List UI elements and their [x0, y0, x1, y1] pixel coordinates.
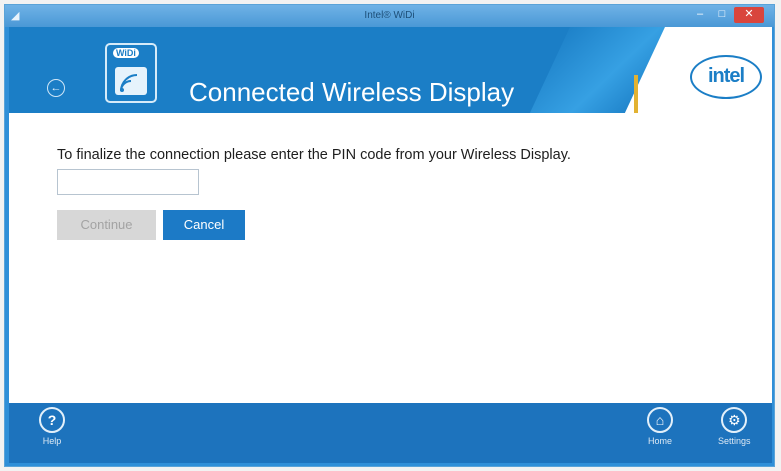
help-button[interactable]: ? Help [39, 407, 65, 446]
app-window: ◢ Intel® WiDi – □ ✕ ← WiDi Connected Wir… [4, 4, 775, 467]
app-footer: ? Help ⌂ Home ⚙ Settings [9, 403, 772, 463]
title-bar[interactable]: ◢ Intel® WiDi – □ ✕ [5, 5, 774, 27]
page-title: Connected Wireless Display [189, 77, 515, 107]
home-icon: ⌂ [647, 407, 673, 433]
widi-screen-icon [115, 67, 147, 95]
cancel-button[interactable]: Cancel [163, 210, 245, 240]
question-icon: ? [39, 407, 65, 433]
header-gold-accent [634, 75, 638, 113]
main-content: To finalize the connection please enter … [9, 113, 772, 403]
back-arrow-icon[interactable]: ← [47, 79, 65, 97]
window-controls: – □ ✕ [688, 7, 764, 23]
close-icon[interactable]: ✕ [734, 7, 764, 23]
app-header: ← WiDi Connected Wireless Display intel [9, 27, 772, 113]
widi-logo: WiDi [105, 43, 157, 103]
continue-button[interactable]: Continue [57, 210, 156, 240]
maximize-icon[interactable]: □ [712, 7, 732, 23]
window-title: Intel® WiDi [364, 10, 415, 21]
help-label: Help [42, 436, 62, 446]
home-button[interactable]: ⌂ Home [647, 407, 673, 446]
settings-button[interactable]: ⚙ Settings [718, 407, 751, 446]
gear-icon: ⚙ [721, 407, 748, 433]
pin-input[interactable] [57, 169, 199, 195]
widi-logo-tag: WiDi [113, 48, 139, 58]
minimize-icon[interactable]: – [690, 7, 710, 23]
home-label: Home [647, 436, 672, 446]
pin-instruction: To finalize the connection please enter … [57, 147, 571, 163]
settings-label: Settings [718, 436, 751, 446]
intel-logo: intel [690, 55, 762, 99]
